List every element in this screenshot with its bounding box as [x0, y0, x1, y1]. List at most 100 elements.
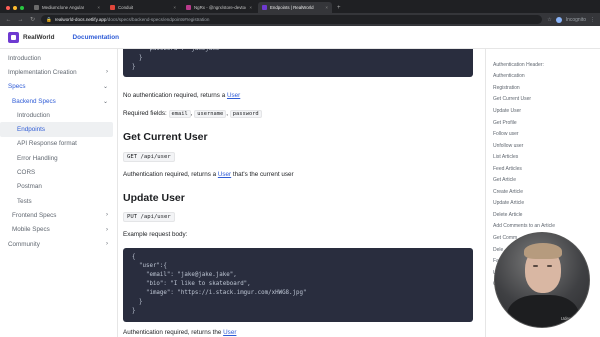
toc-item[interactable]: Get Article [486, 174, 600, 186]
user-link[interactable]: User [223, 329, 236, 336]
incognito-icon[interactable] [555, 16, 562, 23]
sidebar-item-tests[interactable]: Tests [0, 194, 117, 208]
toc-item[interactable]: Create Article [486, 186, 600, 198]
tab-label: Mediumclone Angular [42, 5, 85, 10]
tab-close-icon[interactable]: × [173, 5, 176, 10]
chevron-down-icon[interactable]: ⌄ [103, 98, 108, 105]
tab-label: Conduit [118, 5, 134, 10]
tab-favicon-icon [262, 5, 267, 10]
toc-item[interactable]: List Articles [486, 151, 600, 163]
code-line: } [132, 55, 143, 61]
browser-tab-bar: Mediumclone Angular × Conduit × NgRx - @ngrx… [0, 0, 600, 13]
url-path: /docs/specs/backend-specs/endpoints#regi… [106, 17, 210, 22]
sidebar-item-endpoints[interactable]: Endpoints [0, 122, 113, 137]
forward-icon[interactable]: → [17, 17, 24, 23]
toc-item[interactable]: Get Current User [486, 94, 600, 106]
required-field: email [168, 110, 191, 118]
code-line: "email": "jake@jake.jake", [132, 272, 237, 278]
sidebar-item-specs[interactable]: Specs ⌄ [0, 80, 117, 94]
close-window-icon[interactable] [6, 6, 10, 10]
sidebar-item-label: Postman [17, 183, 42, 191]
sidebar-item-frontend-specs[interactable]: Frontend Specs › [0, 208, 117, 222]
toc-item[interactable]: Get Profile [486, 117, 600, 129]
browser-tab[interactable]: NgRx - @ngrx/store-devtools × [182, 2, 256, 13]
tab-favicon-icon [186, 5, 191, 10]
sidebar-item-introduction[interactable]: Introduction [0, 51, 117, 65]
presenter-hair [524, 243, 562, 259]
lock-icon: 🔒 [46, 16, 52, 22]
realworld-logo-icon[interactable] [8, 31, 19, 43]
sidebar-item-backend-specs[interactable]: Backend Specs ⌄ [0, 94, 117, 108]
required-field: username [194, 110, 227, 118]
new-tab-icon[interactable]: + [334, 5, 345, 13]
browser-tab[interactable]: Conduit × [106, 2, 180, 13]
tab-favicon-icon [34, 5, 39, 10]
site-header: RealWorld Documentation [0, 26, 600, 49]
reload-icon[interactable]: ↻ [29, 16, 36, 23]
sidebar-item-label: Error Handling [17, 154, 58, 162]
chevron-right-icon[interactable]: › [106, 212, 108, 218]
code-line: { [132, 254, 136, 260]
tab-close-icon[interactable]: × [325, 5, 328, 10]
sidebar-item-label: Tests [17, 197, 32, 205]
no-auth-text: No authentication required, returns a [123, 92, 227, 99]
code-block-update-user: { "user":{ "email": "jake@jake.jake", "b… [123, 248, 473, 322]
toc-item[interactable]: Authentication [486, 71, 600, 83]
chevron-down-icon[interactable]: ⌄ [103, 83, 108, 90]
sidebar-item-postman[interactable]: Postman [0, 180, 117, 194]
toc-item[interactable]: Registration [486, 82, 600, 94]
browser-tab[interactable]: Mediumclone Angular × [30, 2, 104, 13]
star-icon[interactable]: ☆ [547, 17, 551, 23]
minimize-window-icon[interactable] [13, 6, 17, 10]
brand-name[interactable]: RealWorld [23, 34, 55, 41]
sidebar-item-implementation-creation[interactable]: Implementation Creation › [0, 65, 117, 79]
toc-item[interactable]: Update Article [486, 198, 600, 210]
sidebar-item-mobile-specs[interactable]: Mobile Specs › [0, 223, 117, 237]
sidebar-item-error-handling[interactable]: Error Handling [0, 151, 117, 165]
code-block-registration: "password": "jakejake" }} [123, 49, 473, 77]
registration-returns: No authentication required, returns a Us… [123, 92, 240, 99]
menu-icon[interactable]: ⋮ [590, 17, 595, 23]
user-link[interactable]: User [218, 171, 231, 178]
tab-label: NgRx - @ngrx/store-devtools [194, 5, 247, 10]
sidebar-item-label: API Response format [17, 140, 77, 148]
chevron-right-icon[interactable]: › [106, 69, 108, 75]
sidebar-item-label: Implementation Creation [8, 68, 77, 76]
tab-favicon-icon [110, 5, 115, 10]
sidebar-item-label: Frontend Specs [12, 211, 57, 219]
toc-item[interactable]: Delete Article [486, 209, 600, 221]
sidebar-item-community[interactable]: Community › [0, 237, 117, 251]
required-field: password [229, 110, 262, 118]
code-line: "image": "https://i.stack.imgur.com/xHWG… [132, 290, 307, 296]
get-user-desc-before: Authentication required, returns a [123, 171, 218, 178]
url-host: realworld-docs.netlify.app [54, 17, 107, 22]
sidebar-item-label: Community [8, 240, 40, 248]
toc-item[interactable]: Add Comments to an Article [486, 221, 600, 233]
presenter-webcam: Udemy [494, 232, 590, 328]
browser-tab[interactable]: Endpoints | RealWorld × [258, 2, 332, 13]
presenter-torso [507, 295, 579, 327]
sidebar-item-cors[interactable]: CORS [0, 165, 117, 179]
toc-item[interactable]: Authentication Header: [486, 59, 600, 71]
code-line: } [132, 299, 143, 305]
back-icon[interactable]: ← [5, 17, 12, 23]
required-fields-label: Required fields: [123, 110, 169, 117]
sidebar-item-introduction[interactable]: Introduction [0, 108, 117, 122]
toc-item[interactable]: Follow user [486, 128, 600, 140]
sidebar-item-api-response-format[interactable]: API Response format [0, 137, 117, 151]
sidebar-item-label: Specs [8, 83, 26, 91]
chevron-right-icon[interactable]: › [106, 227, 108, 233]
tab-close-icon[interactable]: × [97, 5, 100, 10]
address-bar[interactable]: 🔒 realworld-docs.netlify.app /docs/specs… [41, 15, 543, 24]
required-fields: Required fields: email, username, passwo… [123, 110, 262, 118]
tab-close-icon[interactable]: × [249, 5, 252, 10]
documentation-link[interactable]: Documentation [73, 34, 120, 41]
user-link[interactable]: User [227, 92, 240, 99]
toc-item[interactable]: Update User [486, 105, 600, 117]
code-line: } [132, 308, 136, 314]
heading-get-current-user: Get Current User [123, 131, 208, 143]
toc-item[interactable]: Feed Articles [486, 163, 600, 175]
chevron-right-icon[interactable]: › [106, 241, 108, 247]
maximize-window-icon[interactable] [20, 6, 24, 10]
toc-item[interactable]: Unfollow user [486, 140, 600, 152]
